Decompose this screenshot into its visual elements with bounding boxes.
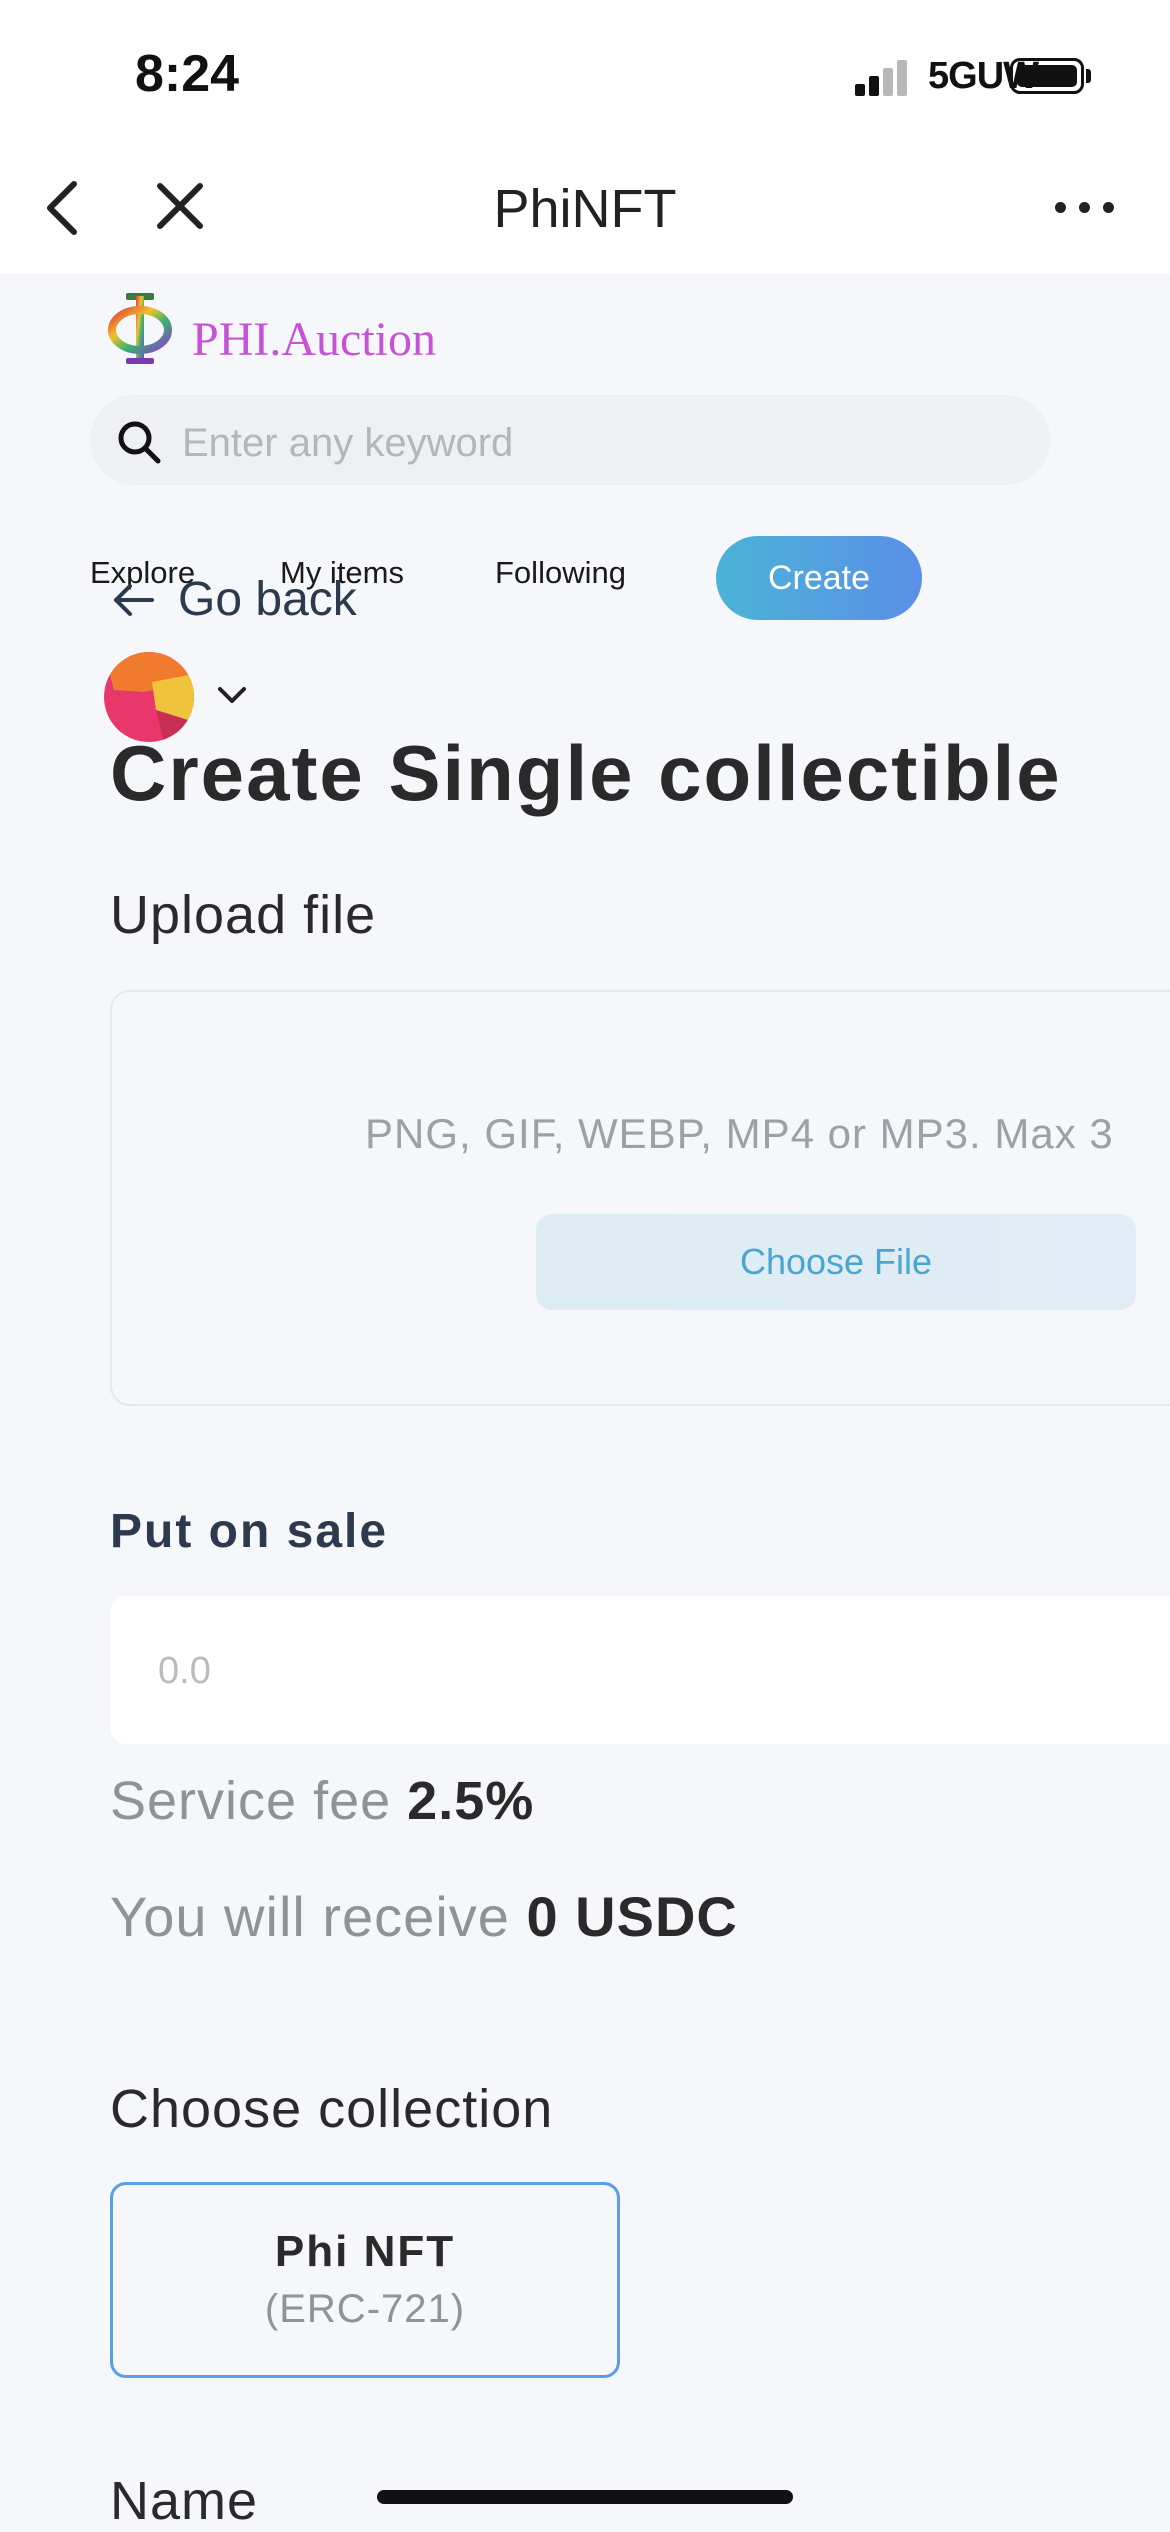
name-heading: Name	[110, 2471, 259, 2531]
page-title: Create Single collectible	[110, 729, 1062, 817]
choose-file-button[interactable]: Choose File	[536, 1214, 1136, 1310]
battery-tip	[1086, 69, 1091, 83]
service-fee-row: Service fee 2.5%	[110, 1770, 534, 1832]
upload-hint: PNG, GIF, WEBP, MP4 or MP3. Max 3	[365, 1110, 1114, 1157]
brand-name[interactable]: PHI.Auction	[192, 312, 436, 367]
phi-logo-icon[interactable]	[104, 290, 176, 366]
header-title: PhiNFT	[493, 179, 677, 239]
service-fee-label: Service fee	[110, 1771, 392, 1831]
arrow-left-icon	[114, 583, 154, 616]
service-fee-value: 2.5%	[407, 1771, 535, 1831]
home-indicator	[377, 2490, 793, 2504]
create-button[interactable]: Create	[716, 536, 922, 620]
collection-standard: (ERC-721)	[264, 2287, 466, 2331]
receive-value: 0 USDC	[526, 1885, 738, 1948]
go-back-label: Go back	[178, 573, 357, 626]
nav-following[interactable]: Following	[495, 555, 626, 591]
choose-collection-heading: Choose collection	[110, 2079, 554, 2139]
status-time: 8:24	[135, 45, 240, 103]
chevron-down-icon[interactable]	[216, 684, 248, 706]
upload-heading: Upload file	[110, 885, 377, 945]
upload-dropzone[interactable]	[110, 990, 1170, 1406]
more-options-icon[interactable]	[1055, 198, 1117, 218]
receive-label: You will receive	[110, 1885, 510, 1948]
price-input[interactable]	[156, 1640, 860, 1702]
put-on-sale-heading: Put on sale	[110, 1505, 389, 1558]
receive-row: You will receive 0 USDC	[110, 1884, 738, 1949]
battery-icon	[1010, 58, 1084, 94]
collection-name: Phi NFT	[274, 2227, 456, 2276]
go-back-link[interactable]: Go back	[112, 572, 357, 627]
search-input[interactable]	[180, 412, 1024, 474]
cellular-signal-icon	[855, 60, 913, 96]
search-icon	[118, 421, 161, 464]
collection-option-phi-nft[interactable]: Phi NFT (ERC-721)	[110, 2182, 620, 2378]
